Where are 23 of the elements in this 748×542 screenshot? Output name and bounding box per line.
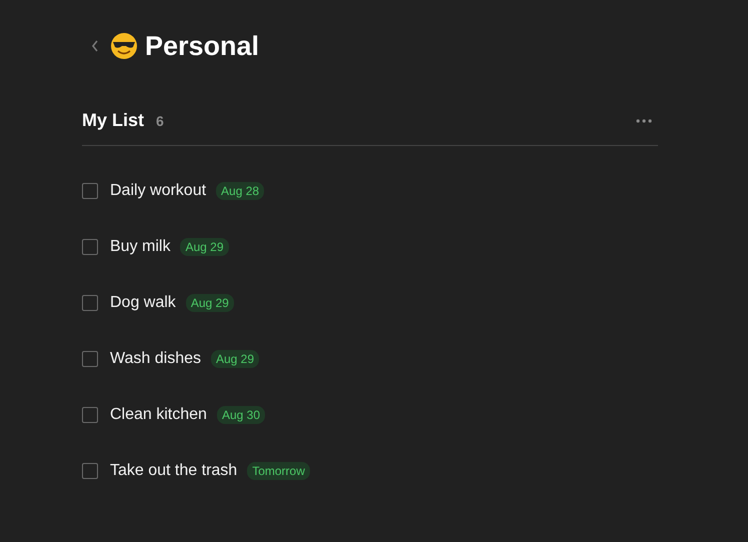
checkbox[interactable]	[82, 463, 98, 479]
due-date-tag: Aug 30	[216, 406, 265, 424]
checkbox[interactable]	[82, 407, 98, 423]
back-button[interactable]	[90, 39, 100, 53]
due-date-tag: Aug 29	[211, 350, 260, 368]
task-title: Wash dishes	[110, 350, 201, 368]
checkbox[interactable]	[82, 351, 98, 367]
due-date-tag: Aug 29	[186, 294, 234, 312]
due-date-tag: Aug 28	[216, 182, 264, 200]
checkbox[interactable]	[82, 295, 98, 311]
task-title: Buy milk	[110, 238, 170, 256]
checkbox[interactable]	[82, 183, 98, 199]
checkbox[interactable]	[82, 239, 98, 255]
due-date-tag: Tomorrow	[247, 462, 310, 480]
task-title: Daily workout	[110, 182, 206, 200]
page-title: Personal	[145, 30, 260, 62]
due-date-tag: Aug 29	[180, 238, 228, 256]
task-title: Clean kitchen	[110, 406, 207, 424]
task-title: Take out the trash	[110, 462, 238, 480]
task-title: Dog walk	[110, 294, 176, 312]
sunglasses-face-icon	[110, 32, 138, 60]
list-title: My List	[82, 110, 144, 131]
task-count: 6	[156, 112, 164, 128]
